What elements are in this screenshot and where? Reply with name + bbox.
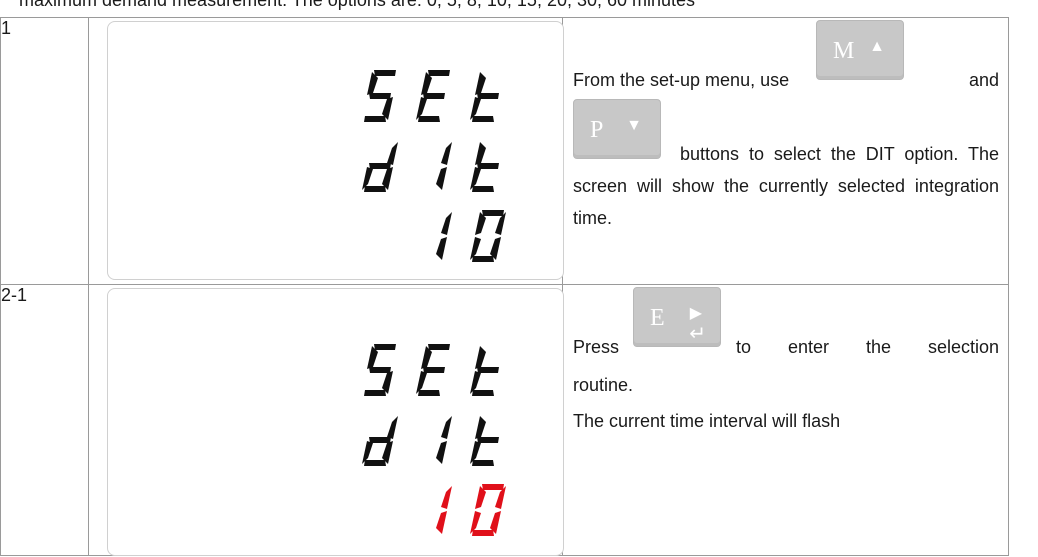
lcd-segment-c — [436, 441, 447, 464]
lcd-segment-a — [482, 484, 504, 490]
lcd-segment-c — [436, 511, 447, 534]
desc-text-c-first — [669, 138, 999, 170]
lcd-segment-g — [369, 93, 391, 99]
lcd-digit — [436, 142, 452, 190]
lcd-digit — [470, 346, 499, 396]
lcd-segment-a — [428, 344, 450, 350]
m-up-button: M ▲ — [816, 20, 904, 80]
lcd-segment-b — [387, 416, 398, 439]
lcd-digit — [362, 416, 398, 466]
table-row: 2-1 Press E ▶ ↵ to enter the selection rout… — [0, 284, 1009, 556]
desc-text-c: The current time interval will flash — [573, 411, 841, 431]
desc-text-b: to enter the selection — [736, 337, 999, 357]
lcd-digit — [362, 142, 398, 192]
desc-text-b-cont: routine. — [573, 375, 634, 395]
lcd-digit — [470, 210, 506, 262]
lcd-segment-b — [387, 142, 398, 165]
lcd-segment-d — [472, 460, 494, 466]
up-arrow-icon: ▲ — [869, 38, 885, 55]
intro-text: maximum demand measurement. The options … — [19, 0, 696, 10]
step-description: Press E ▶ ↵ to enter the selection routine.… — [562, 284, 1009, 556]
lcd-segment-g — [423, 367, 445, 373]
button-letter: P — [590, 117, 604, 143]
lcd-digit — [436, 486, 452, 534]
lcd-segment-f — [475, 416, 486, 439]
lcd-segment-g — [477, 367, 499, 373]
lcd-segment-d — [364, 390, 386, 396]
lcd-segment-g — [477, 437, 499, 443]
lcd-digit — [364, 344, 396, 396]
desc-text-a: From the set-up menu, use — [573, 70, 790, 90]
button-letter: M — [833, 38, 855, 64]
lcd-cell — [88, 17, 564, 285]
lcd-segment-d — [472, 530, 494, 536]
lcd-segment-c — [436, 237, 447, 260]
step-number: 1 — [0, 17, 89, 285]
lcd-segment-b — [441, 142, 452, 165]
lcd-segments — [362, 70, 506, 262]
lcd-segment-c — [436, 167, 447, 190]
lcd-segment-g — [477, 93, 499, 99]
step-description: From the set-up menu, use M ▲ and P ▼ bu… — [562, 17, 1009, 285]
lcd-digit — [436, 416, 452, 464]
lcd-segments — [362, 344, 506, 536]
lcd-segment-b — [441, 486, 452, 509]
lcd-segment-d — [472, 116, 494, 122]
enter-icon: ↵ — [689, 323, 706, 345]
desc-text-a: Press — [573, 337, 620, 357]
lcd-segment-d — [472, 390, 494, 396]
lcd-segment-g — [477, 163, 499, 169]
lcd-segment-g — [423, 93, 445, 99]
lcd-segment-d — [472, 186, 494, 192]
lcd-segment-a — [374, 344, 396, 350]
lcd-segment-f — [475, 346, 486, 369]
lcd-segment-b — [441, 416, 452, 439]
lcd-segment-d — [364, 116, 386, 122]
lcd-digit — [470, 142, 499, 192]
down-arrow-icon: ▼ — [626, 117, 642, 134]
e-enter-button: E ▶ ↵ — [633, 287, 721, 347]
lcd-display — [107, 21, 564, 280]
lcd-segment-d — [364, 460, 386, 466]
lcd-cell — [88, 284, 564, 556]
steps-table: 1 From the set-up menu, use M ▲ and P ▼ … — [0, 17, 1009, 556]
lcd-segment-d — [364, 186, 386, 192]
button-letter: E — [650, 305, 665, 331]
lcd-segment-g — [369, 163, 391, 169]
lcd-segment-d — [418, 116, 440, 122]
lcd-digit — [470, 416, 499, 466]
desc-text-b: and — [968, 70, 999, 90]
lcd-segment-a — [374, 70, 396, 76]
lcd-segment-b — [441, 212, 452, 235]
lcd-digit — [364, 70, 396, 122]
step-number: 2-1 — [0, 284, 89, 556]
lcd-digit — [436, 212, 452, 260]
lcd-segment-f — [475, 72, 486, 95]
lcd-segment-d — [472, 256, 494, 262]
p-down-button: P ▼ — [573, 99, 661, 159]
lcd-segment-g — [369, 367, 391, 373]
lcd-digit — [416, 344, 450, 396]
lcd-segment-f — [475, 142, 486, 165]
lcd-digit — [470, 72, 499, 122]
lcd-segment-d — [418, 390, 440, 396]
lcd-digit — [470, 484, 506, 536]
lcd-segment-g — [369, 437, 391, 443]
lcd-segment-a — [482, 210, 504, 216]
table-row: 1 From the set-up menu, use M ▲ and P ▼ … — [0, 17, 1009, 285]
lcd-segment-a — [428, 70, 450, 76]
lcd-digit — [416, 70, 450, 122]
lcd-display — [107, 288, 564, 556]
